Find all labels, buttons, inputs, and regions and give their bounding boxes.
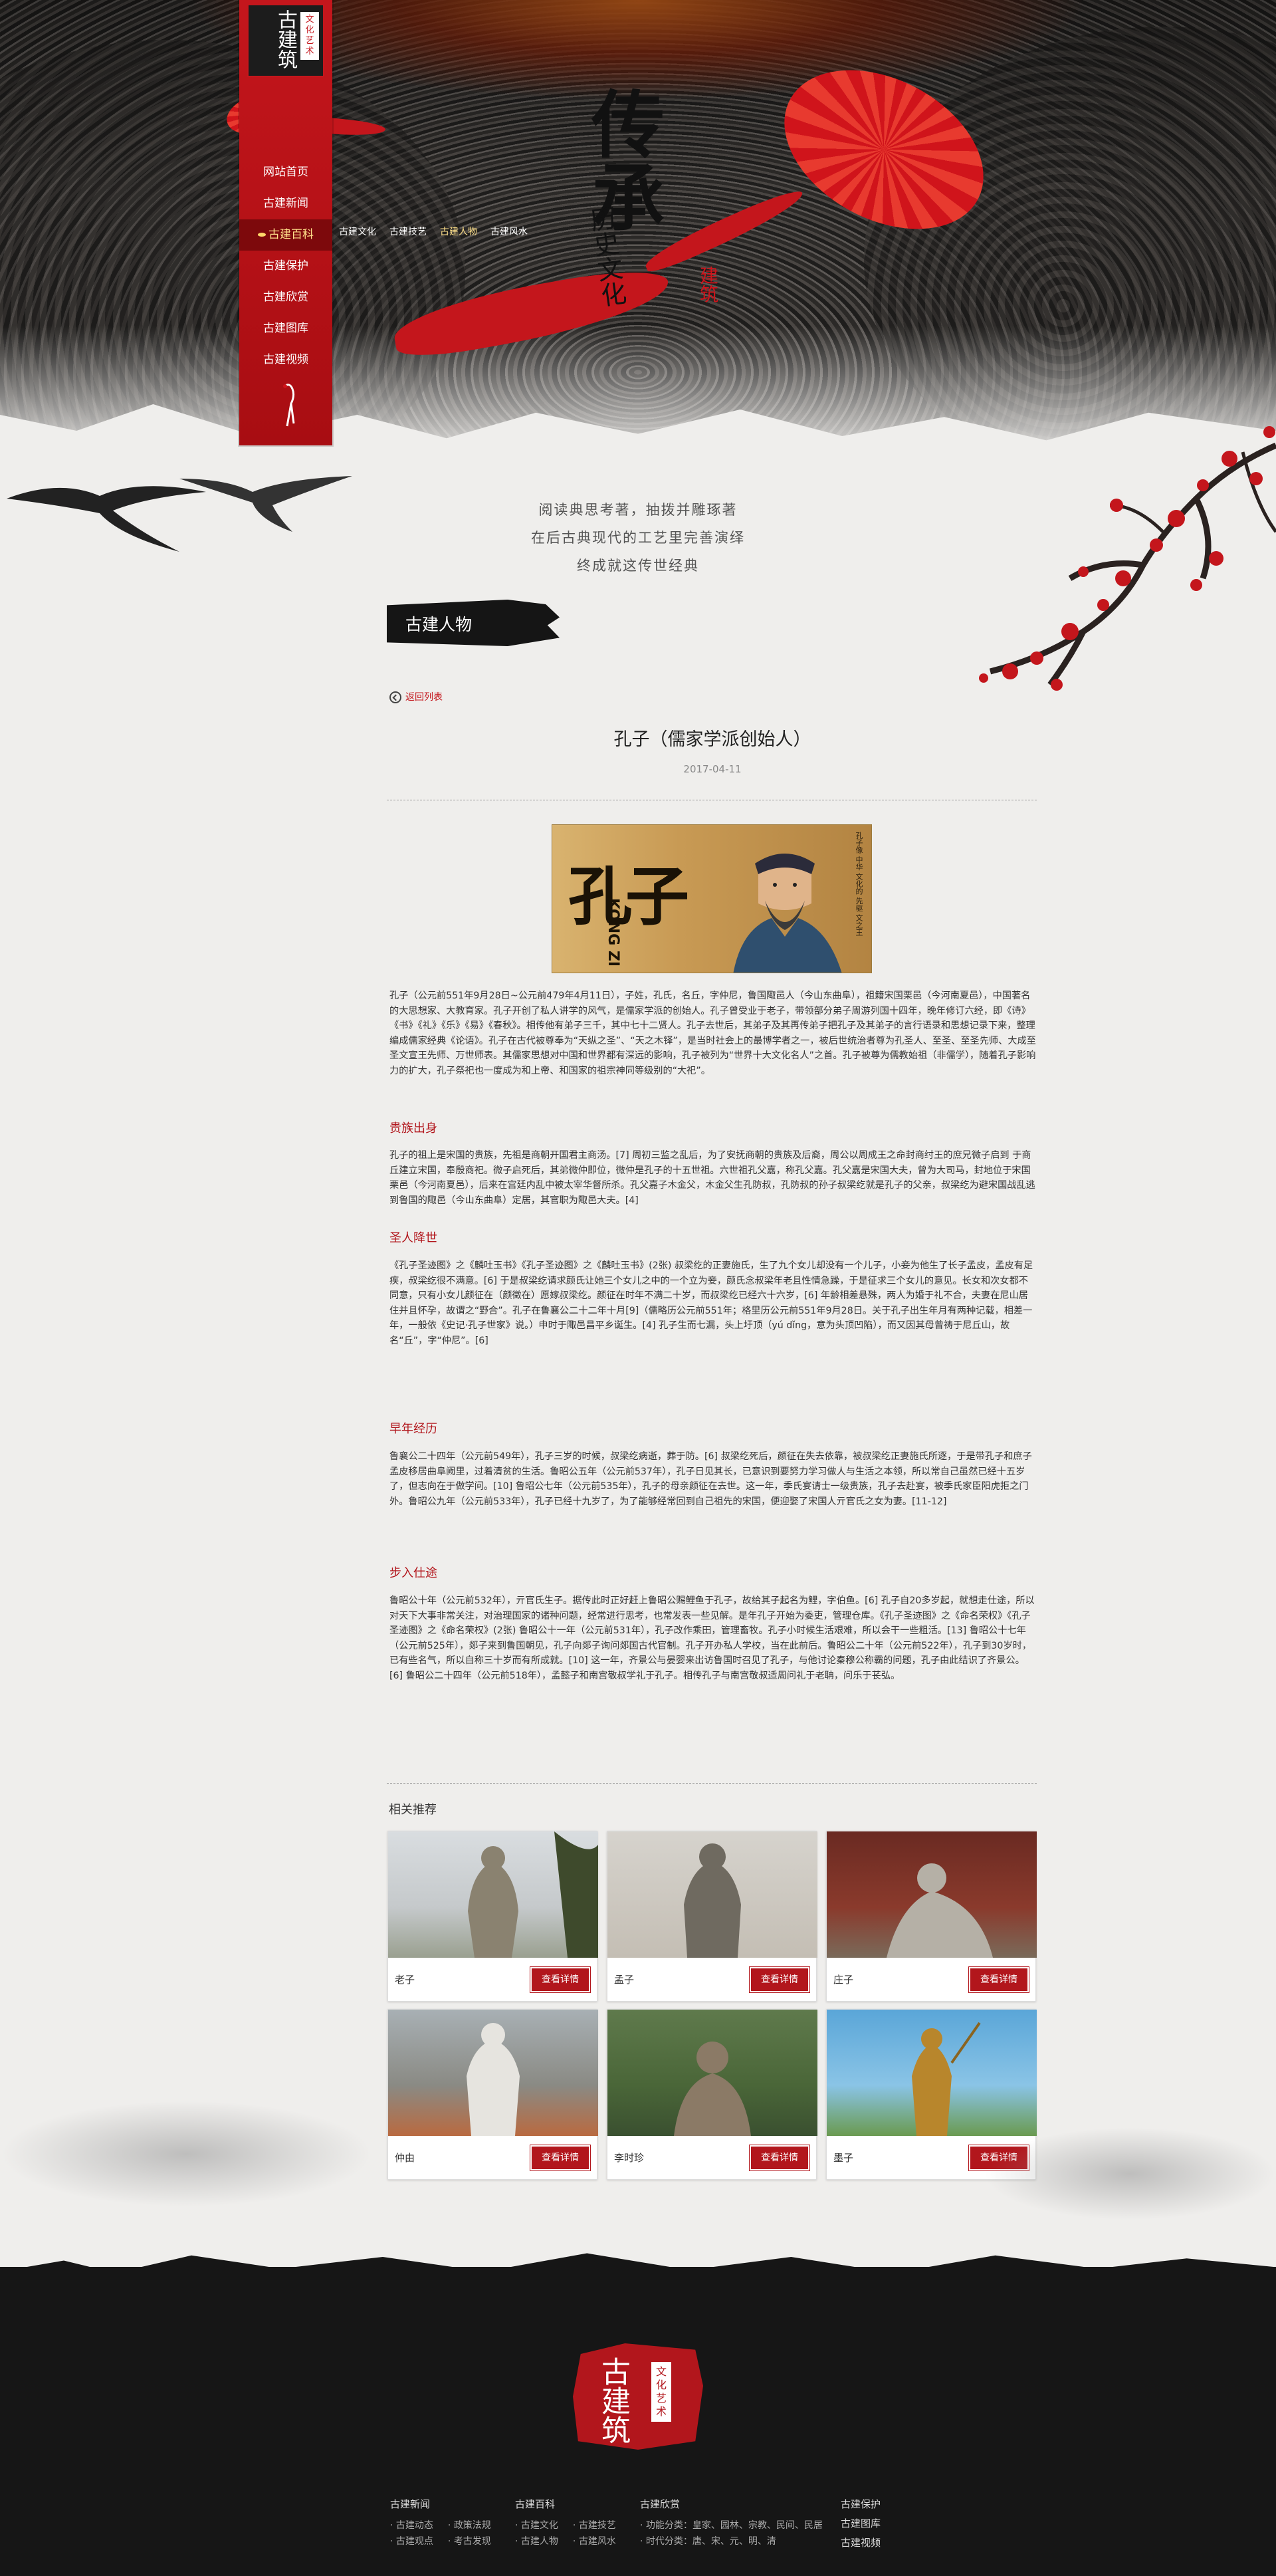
view-details-button[interactable]: 查看详情 <box>749 1966 810 1993</box>
ink-cloud <box>984 2127 1276 2220</box>
bird-icon <box>179 476 352 532</box>
footer-logo-main: 古建筑 <box>596 2357 630 2444</box>
article-image: 孔子 KONG ZI 孔子像 中华 文化的 先驱 文之王 <box>552 824 872 973</box>
divider <box>387 1783 1037 1784</box>
subnav-item-people[interactable]: 古建人物 <box>433 225 484 238</box>
card-name: 老子 <box>395 1974 415 1986</box>
related-title: 相关推荐 <box>389 1803 437 1817</box>
subnav-item-culture[interactable]: 古建文化 <box>332 225 383 238</box>
ink-cloud <box>0 2101 372 2207</box>
related-card[interactable]: 仲由 查看详情 <box>387 2009 598 2180</box>
nav-list: 网站首页 古建新闻 古建百科 古建保护 古建欣赏 古建图库 古建视频 <box>239 157 332 376</box>
confucius-portrait-icon <box>733 854 842 973</box>
nav-item-home[interactable]: 网站首页 <box>239 157 332 188</box>
nav-item-encyclopedia[interactable]: 古建百科 <box>239 219 332 251</box>
statue-image <box>388 1831 598 1958</box>
footer-link[interactable]: 古建文化 <box>515 2520 558 2531</box>
statue-image <box>827 1831 1037 1958</box>
plum-blossom-icon <box>979 426 1276 691</box>
card-name: 孟子 <box>614 1974 635 1986</box>
footer-heading[interactable]: 古建新闻 <box>390 2497 506 2511</box>
card-name: 仲由 <box>395 2152 415 2164</box>
view-details-button[interactable]: 查看详情 <box>968 1966 1029 1993</box>
nav-item-appreciation[interactable]: 古建欣赏 <box>239 282 332 313</box>
subnav-item-fengshui[interactable]: 古建风水 <box>484 225 534 238</box>
section-heading: 古建人物 <box>387 600 560 646</box>
main-nav: 古建筑 文化艺术 网站首页 古建新闻 古建百科 古建保护 古建欣赏 古建图库 古… <box>239 0 332 445</box>
footer-column-encyclopedia: 古建百科 古建文化 古建技艺 古建人物 古建风水 <box>515 2497 631 2549</box>
article-date: 2017-04-11 <box>683 763 742 775</box>
section-heading-origin: 贵族出身 <box>389 1121 437 1135</box>
footer-column-appreciation: 古建欣赏 功能分类：皇家、园林、宗教、民间、民居 时代分类：唐、宋、元、明、清 <box>640 2497 837 2549</box>
slogan-line: 阅读典思考著，抽拨并雕琢著 <box>538 502 738 518</box>
statue-image <box>607 1831 817 1958</box>
image-caption: 孔子像 中华 文化的 先驱 文之王 <box>855 832 863 936</box>
footer-link[interactable]: 古建风水 <box>573 2536 616 2547</box>
view-details-button[interactable]: 查看详情 <box>749 2145 810 2171</box>
section-text-origin: 孔子的祖上是宋国的贵族，先祖是商朝开国君主商汤。[7] 周初三监之乱后，为了安抚… <box>389 1150 1035 1206</box>
footer-heading[interactable]: 古建视频 <box>841 2535 881 2549</box>
subnav-item-craft[interactable]: 古建技艺 <box>383 225 433 238</box>
image-title-cn: 孔子 <box>568 859 689 934</box>
related-card[interactable]: 孟子 查看详情 <box>607 1831 817 2002</box>
section-title: 古建人物 <box>405 615 473 634</box>
card-name: 李时珍 <box>614 2152 645 2164</box>
nav-item-gallery[interactable]: 古建图库 <box>239 313 332 344</box>
footer-link[interactable]: 古建观点 <box>390 2536 433 2547</box>
site-logo[interactable]: 古建筑 文化艺术 <box>247 4 324 77</box>
back-link-label: 返回列表 <box>405 692 443 703</box>
hero-calligraphy: 传承 历史文化 建筑 <box>572 80 724 319</box>
crane-icon <box>283 384 295 427</box>
section-text-career: 鲁昭公十年（公元前532年），亓官氏生子。据传此时正好赶上鲁昭公赐鲤鱼于孔子，故… <box>389 1595 1035 1681</box>
nav-item-protection[interactable]: 古建保护 <box>239 251 332 282</box>
footer-column-protection: 古建保护 古建图库 古建视频 <box>841 2497 881 2556</box>
related-card[interactable]: 老子 查看详情 <box>387 1831 598 2002</box>
statue-image <box>607 2010 817 2136</box>
footer-logo[interactable]: 古建筑 文化艺术 <box>573 2343 703 2450</box>
statue-image <box>827 2010 1037 2136</box>
section-heading-early: 早年经历 <box>389 1422 437 1436</box>
logo-sub-text: 文化艺术 <box>300 12 319 60</box>
footer-heading[interactable]: 古建百科 <box>515 2497 631 2511</box>
nav-item-news[interactable]: 古建新闻 <box>239 188 332 219</box>
view-details-button[interactable]: 查看详情 <box>530 2145 591 2171</box>
nav-item-video[interactable]: 古建视频 <box>239 344 332 376</box>
footer-heading[interactable]: 古建图库 <box>841 2516 881 2530</box>
view-details-button[interactable]: 查看详情 <box>530 1966 591 1993</box>
slogan: 阅读典思考著，抽拨并雕琢著 在后古典现代的工艺里完善演绎 终成就这传世经典 <box>505 496 771 580</box>
footer-link[interactable]: 考古发现 <box>448 2536 491 2547</box>
subnav: 古建文化 古建技艺 古建人物 古建风水 <box>332 218 534 245</box>
footer-link[interactable]: 政策法规 <box>448 2520 491 2531</box>
article-title: 孔子（儒家学派创始人） <box>613 729 811 750</box>
image-title-en: KONG ZI <box>605 898 621 967</box>
nav-active-dot-icon <box>258 233 266 237</box>
footer-column-news: 古建新闻 古建动态 政策法规 古建观点 考古发现 <box>390 2497 506 2549</box>
article-intro: 孔子（公元前551年9月28日~公元前479年4月11日），子姓，孔氏，名丘，字… <box>389 991 1036 1076</box>
card-name: 庄子 <box>833 1974 854 1986</box>
calligraphy-stamp: 建筑 <box>697 266 719 303</box>
footer-link[interactable]: 时代分类：唐、宋、元、明、清 <box>640 2536 776 2547</box>
section-heading-birth: 圣人降世 <box>389 1231 437 1245</box>
footer-link[interactable]: 古建动态 <box>390 2520 433 2531</box>
section-text-birth: 《孔子圣迹图》之《麟吐玉书》《孔子圣迹图》之《麟吐玉书》(2张) 叔梁纥的正妻施… <box>389 1260 1033 1346</box>
related-card[interactable]: 庄子 查看详情 <box>826 1831 1037 2002</box>
card-name: 墨子 <box>833 2152 854 2164</box>
logo-main-text: 古建筑 <box>274 9 297 69</box>
statue-image <box>388 2010 598 2136</box>
footer-heading[interactable]: 古建保护 <box>841 2497 881 2511</box>
footer-heading[interactable]: 古建欣赏 <box>640 2497 837 2511</box>
section-text-early: 鲁襄公二十四年（公元前549年），孔子三岁的时候，叔梁纥病逝，葬于防。[6] 叔… <box>389 1451 1032 1507</box>
footer-link[interactable]: 古建技艺 <box>573 2520 616 2531</box>
section-heading-career: 步入仕途 <box>389 1566 437 1580</box>
footer-logo-sub: 文化艺术 <box>651 2362 671 2422</box>
footer-link[interactable]: 功能分类：皇家、园林、宗教、民间、民居 <box>640 2520 823 2531</box>
slogan-line: 在后古典现代的工艺里完善演绎 <box>531 530 745 546</box>
footer-link[interactable]: 古建人物 <box>515 2536 558 2547</box>
back-arrow-icon <box>389 691 401 703</box>
back-to-list-link[interactable]: 返回列表 <box>389 690 443 703</box>
slogan-line: 终成就这传世经典 <box>577 558 699 574</box>
related-card[interactable]: 李时珍 查看详情 <box>607 2009 817 2180</box>
